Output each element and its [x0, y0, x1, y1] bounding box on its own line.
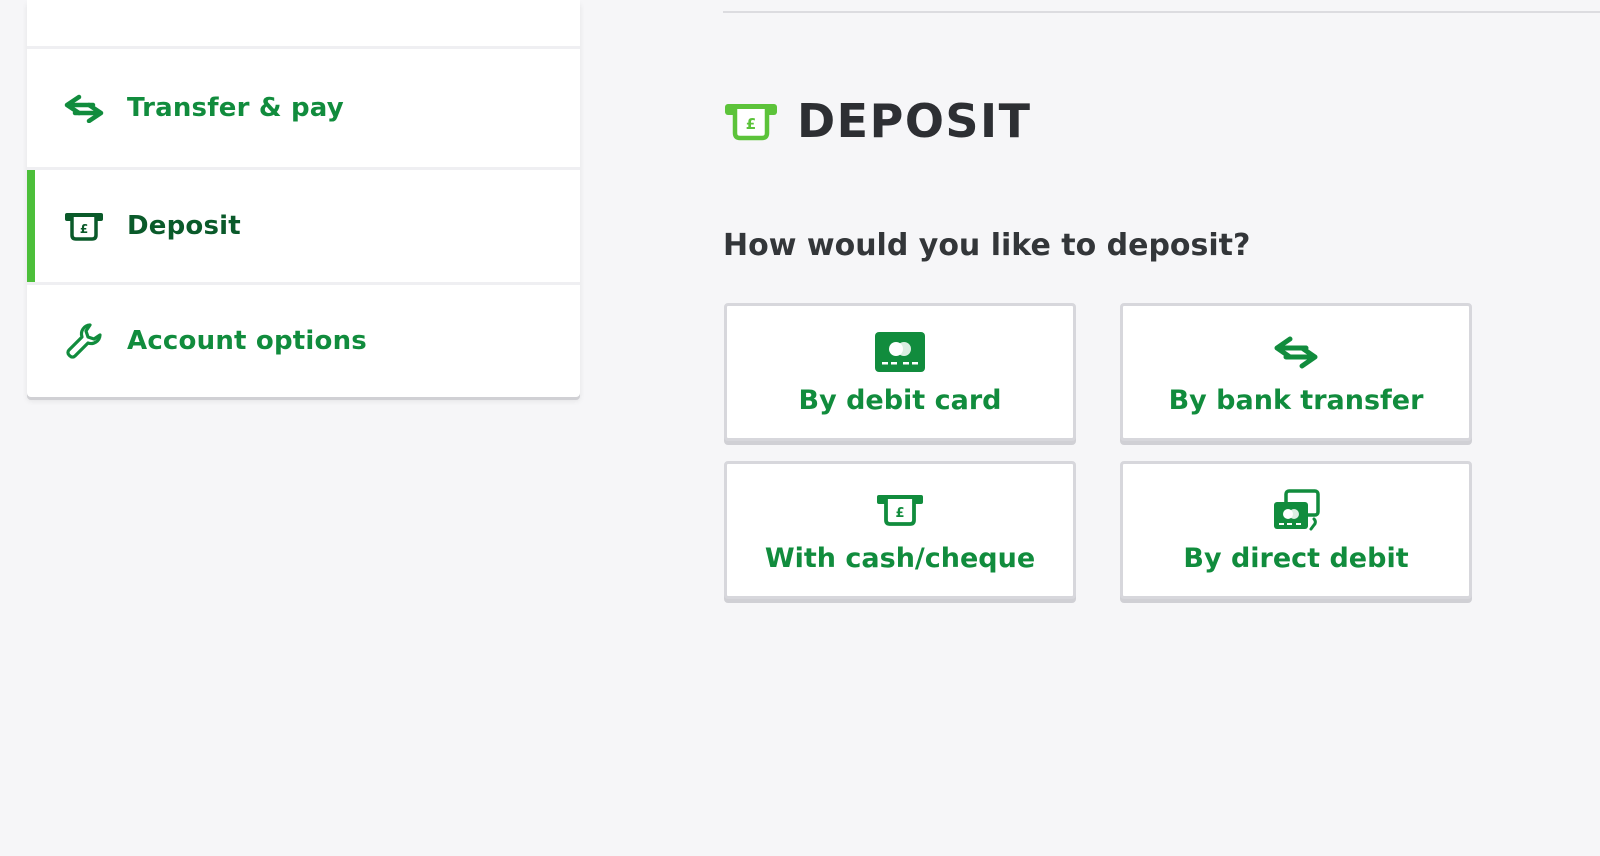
- option-label: By bank transfer: [1168, 384, 1424, 416]
- bank-transfer-option-button[interactable]: By bank transfer: [1120, 303, 1472, 441]
- divider: [723, 11, 1600, 13]
- sidebar-item-account-options[interactable]: Account options: [27, 285, 580, 397]
- sidebar-item-deposit[interactable]: £ Deposit: [27, 170, 580, 285]
- direct-debit-icon: [1272, 487, 1320, 533]
- debit-card-icon: [875, 329, 925, 375]
- svg-text:£: £: [80, 222, 88, 236]
- deposit-page: Transfer & pay £ Deposit Account options: [0, 0, 1600, 856]
- deposit-cash-icon: £: [63, 209, 105, 243]
- deposit-question: How would you like to deposit?: [723, 228, 1251, 263]
- page-heading: DEPOSIT: [797, 94, 1032, 148]
- sidebar-item-previous[interactable]: [27, 0, 580, 49]
- wrench-icon: [63, 323, 105, 359]
- debit-card-option-button[interactable]: By debit card: [724, 303, 1076, 441]
- transfer-arrows-icon: [1272, 329, 1320, 375]
- sidebar-item-label: Deposit: [127, 211, 241, 241]
- deposit-cash-icon: £: [876, 487, 924, 533]
- sidebar-item-label: Transfer & pay: [127, 93, 344, 123]
- direct-debit-option-button[interactable]: By direct debit: [1120, 461, 1472, 599]
- deposit-cash-icon: £: [723, 100, 779, 142]
- page-title: £ DEPOSIT: [723, 94, 1032, 148]
- option-label: By debit card: [798, 384, 1002, 416]
- deposit-options: By debit card By bank transfer £ With ca…: [724, 303, 1472, 599]
- sidebar-nav: Transfer & pay £ Deposit Account options: [27, 0, 580, 397]
- svg-text:£: £: [895, 506, 904, 521]
- sidebar-item-transfer-pay[interactable]: Transfer & pay: [27, 49, 580, 170]
- transfer-arrows-icon: [63, 91, 105, 125]
- cash-cheque-option-button[interactable]: £ With cash/cheque: [724, 461, 1076, 599]
- svg-text:£: £: [746, 115, 756, 133]
- sidebar-item-label: Account options: [127, 326, 367, 356]
- option-label: By direct debit: [1183, 542, 1409, 574]
- option-label: With cash/cheque: [764, 542, 1036, 574]
